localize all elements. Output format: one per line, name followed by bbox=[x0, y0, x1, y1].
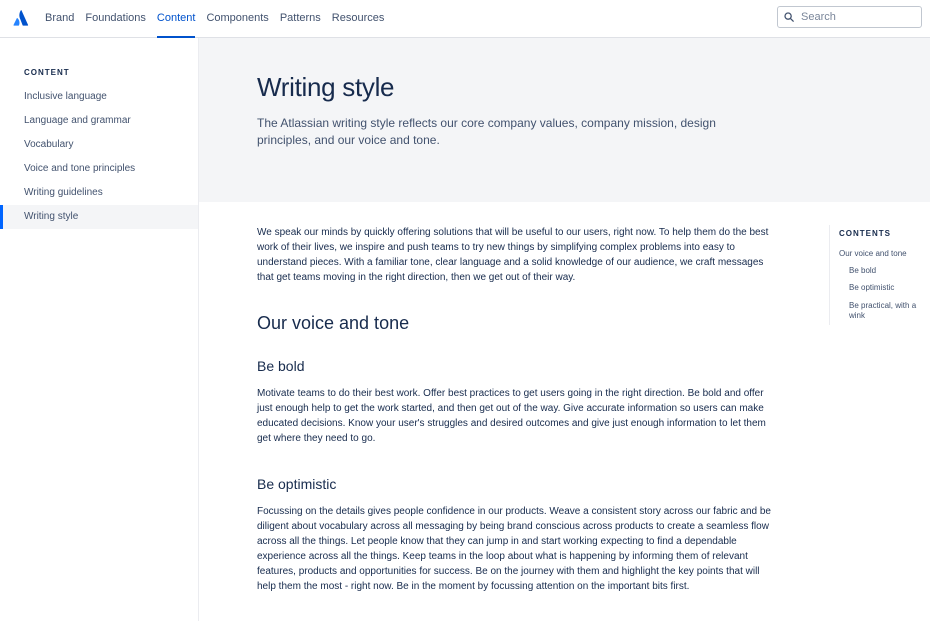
toc-item-be-bold[interactable]: Be bold bbox=[849, 266, 929, 276]
nav-foundations[interactable]: Foundations bbox=[85, 0, 146, 38]
sidebar: CONTENT Inclusive language Language and … bbox=[0, 38, 199, 621]
atlassian-logo-icon[interactable] bbox=[13, 10, 29, 26]
heading-be-bold: Be bold bbox=[257, 358, 305, 374]
paragraph-be-bold: Motivate teams to do their best work. Of… bbox=[257, 388, 766, 444]
page-hero: Writing style The Atlassian writing styl… bbox=[199, 38, 930, 202]
top-navigation-bar: Brand Foundations Content Components Pat… bbox=[0, 0, 930, 38]
paragraph-be-optimistic: Focussing on the details gives people co… bbox=[257, 506, 771, 592]
search-input[interactable] bbox=[801, 11, 916, 23]
sidebar-item-writing-guidelines[interactable]: Writing guidelines bbox=[0, 181, 198, 205]
sidebar-item-voice-and-tone-principles[interactable]: Voice and tone principles bbox=[0, 157, 198, 181]
search-icon bbox=[784, 12, 794, 22]
search-box[interactable] bbox=[777, 6, 922, 28]
main-content: We speak our minds by quickly offering s… bbox=[257, 225, 772, 594]
toc-item-be-optimistic[interactable]: Be optimistic bbox=[849, 283, 929, 293]
nav-resources[interactable]: Resources bbox=[332, 0, 385, 38]
table-of-contents: CONTENTS Our voice and tone Be bold Be o… bbox=[829, 225, 930, 325]
section-heading-voice-and-tone: Our voice and tone bbox=[257, 313, 410, 333]
sidebar-item-inclusive-language[interactable]: Inclusive language bbox=[0, 85, 198, 109]
primary-nav: Brand Foundations Content Components Pat… bbox=[45, 0, 395, 38]
sidebar-item-writing-style[interactable]: Writing style bbox=[0, 205, 198, 229]
nav-components[interactable]: Components bbox=[206, 0, 268, 38]
sidebar-item-language-and-grammar[interactable]: Language and grammar bbox=[0, 109, 198, 133]
toc-heading: CONTENTS bbox=[839, 229, 891, 238]
nav-content[interactable]: Content bbox=[156, 0, 196, 38]
sidebar-heading: CONTENT bbox=[24, 68, 70, 77]
sidebar-list: Inclusive language Language and grammar … bbox=[0, 85, 198, 229]
intro-paragraph: We speak our minds by quickly offering s… bbox=[257, 227, 769, 283]
nav-patterns[interactable]: Patterns bbox=[280, 0, 321, 38]
page-title: Writing style bbox=[257, 72, 395, 102]
toc-item-our-voice-and-tone[interactable]: Our voice and tone bbox=[839, 249, 929, 259]
heading-be-optimistic: Be optimistic bbox=[257, 476, 337, 492]
sidebar-item-vocabulary[interactable]: Vocabulary bbox=[0, 133, 198, 157]
nav-brand[interactable]: Brand bbox=[45, 0, 74, 38]
toc-item-be-practical[interactable]: Be practical, with a wink bbox=[849, 301, 927, 321]
page-subtitle: The Atlassian writing style reflects our… bbox=[257, 116, 716, 147]
